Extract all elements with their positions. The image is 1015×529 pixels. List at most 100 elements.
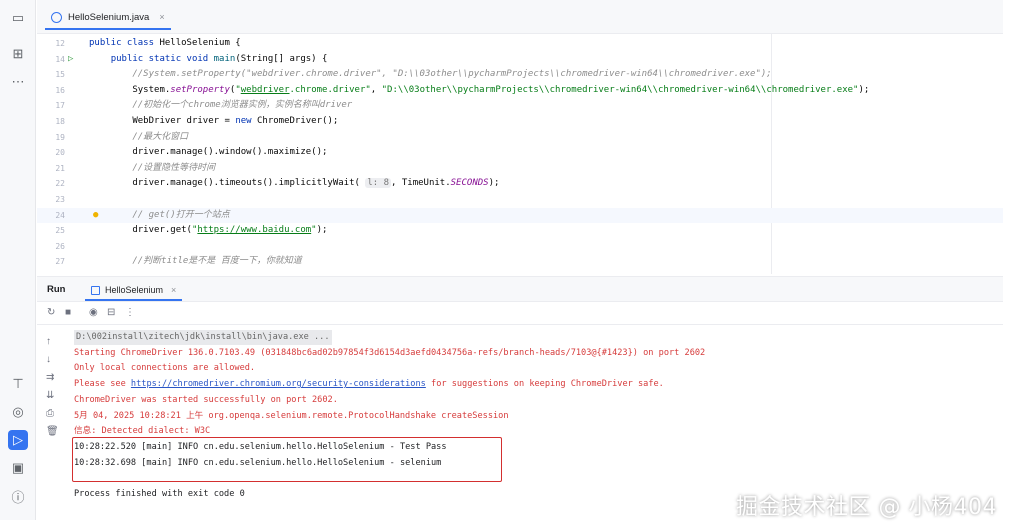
highlight-box <box>72 437 502 482</box>
code-text: //判断title是不是 百度一下，你就知道 <box>89 254 301 269</box>
run-toolbar: ↻ ■ ◉ ⊟ ⋮ <box>37 303 1003 325</box>
code-token: public class <box>89 38 160 48</box>
line-number: 16 <box>55 85 65 95</box>
code-line[interactable]: 27 //判断title是不是 百度一下，你就知道 <box>37 254 1003 269</box>
code-text: System.setProperty("webdriver.chrome.dri… <box>89 83 869 98</box>
line-number: 21 <box>55 163 65 173</box>
code-line[interactable]: 20 driver.manage().window().maximize(); <box>37 145 1003 160</box>
line-number: 14 <box>55 54 65 64</box>
line-number: 19 <box>55 132 65 142</box>
print-icon[interactable]: ⎙ <box>46 408 54 419</box>
terminal-icon[interactable]: ▣ <box>8 458 28 478</box>
run-config-icon <box>91 285 100 295</box>
code-text: driver.manage().timeouts().implicitlyWai… <box>89 176 499 191</box>
code-text: driver.manage().window().maximize(); <box>89 145 327 160</box>
close-icon[interactable]: × <box>171 285 176 295</box>
code-token: //最大化窗口 <box>89 131 189 142</box>
run-panel-title: Run <box>47 284 66 295</box>
code-text: driver.get("https://www.baidu.com"); <box>89 223 327 238</box>
stop-icon[interactable]: ■ <box>65 307 71 318</box>
line-number: 15 <box>55 70 65 80</box>
problems-icon[interactable]: ⓘ <box>8 486 28 506</box>
code-text: //设置隐性等待时间 <box>89 161 215 176</box>
line-number: 20 <box>55 148 65 158</box>
code-line[interactable]: 18 WebDriver driver = new ChromeDriver()… <box>37 114 1003 129</box>
code-token: SECONDS <box>450 178 489 189</box>
line-number: 22 <box>55 179 65 189</box>
rerun-icon[interactable]: ↻ <box>47 307 55 318</box>
line-number: 12 <box>55 39 65 48</box>
run-icon[interactable]: ▷ <box>8 430 28 450</box>
build-icon[interactable]: ⊤ <box>8 374 28 394</box>
code-text: // get()打开一个站点 <box>89 208 230 223</box>
java-class-icon <box>51 11 62 23</box>
code-token: // get()打开一个站点 <box>89 209 230 220</box>
code-token: setProperty <box>170 84 230 95</box>
scroll-up-icon[interactable]: ↑ <box>46 336 51 347</box>
code-token: ); <box>858 84 870 95</box>
console-line: 5月 04, 2025 10:28:21 上午 org.openqa.selen… <box>74 410 509 421</box>
console-line: ChromeDriver was started successfully on… <box>74 394 338 405</box>
code-line[interactable]: 15 //System.setProperty("webdriver.chrom… <box>37 67 1003 82</box>
run-config-label: HelloSelenium <box>105 285 164 295</box>
console-line: D:\002install\zitech\jdk\install\bin\jav… <box>74 330 332 345</box>
scroll-down-icon[interactable]: ↓ <box>46 354 51 365</box>
options-icon[interactable]: ⋮ <box>125 307 135 318</box>
code-token: new <box>235 116 257 126</box>
console-side-tools: ↑ ↓ ⇉ ⇊ ⎙ 🗑 <box>37 326 65 520</box>
run-gutter-icon[interactable]: ▷ <box>68 52 73 67</box>
scroll-to-end-icon[interactable]: ⇊ <box>46 390 54 401</box>
console-link[interactable]: https://chromedriver.chromium.org/securi… <box>131 379 426 389</box>
code-token: https://www.baidu.com <box>197 225 312 236</box>
code-line[interactable]: 12 public class HelloSelenium { <box>37 36 1003 51</box>
close-icon[interactable]: × <box>159 12 164 22</box>
page-margin-bottom <box>0 520 1015 529</box>
line-number: 23 <box>55 195 65 204</box>
code-text: public class HelloSelenium { <box>89 36 241 51</box>
console-line: Starting ChromeDriver 136.0.7103.49 (031… <box>74 347 706 358</box>
code-line[interactable]: 23 <box>37 192 1003 207</box>
clear-icon[interactable]: 🗑 <box>46 426 59 437</box>
code-line[interactable]: 16 System.setProperty("webdriver.chrome.… <box>37 83 1003 98</box>
run-config-tab[interactable]: HelloSelenium × <box>85 281 183 301</box>
more-icon[interactable]: ⋯ <box>8 72 28 92</box>
code-token: driver.manage().timeouts().implicitlyWai… <box>89 178 366 189</box>
code-token: WebDriver driver = <box>89 116 236 126</box>
code-text: public static void main(String[] args) { <box>89 52 328 67</box>
folder-icon[interactable]: ▭ <box>8 8 28 28</box>
code-token: public static void <box>110 53 214 64</box>
console-line: Only local connections are allowed. <box>74 363 256 374</box>
code-token: HelloSelenium { <box>159 38 241 48</box>
code-line[interactable]: 21 //设置隐性等待时间 <box>37 161 1003 176</box>
code-line[interactable]: 24 ● // get()打开一个站点 <box>37 207 1003 223</box>
code-token: ChromeDriver(); <box>257 116 339 126</box>
code-token: ); <box>316 225 328 236</box>
code-line[interactable]: 25 driver.get("https://www.baidu.com"); <box>37 223 1003 238</box>
debug-icon[interactable]: ◎ <box>8 402 28 422</box>
console-line: Process finished with exit code 0 <box>74 489 245 499</box>
line-number: 24 <box>55 210 65 220</box>
structure-icon[interactable]: ⊞ <box>8 44 28 64</box>
editor-tab[interactable]: HelloSelenium.java × <box>45 6 171 30</box>
line-number: 27 <box>55 257 65 267</box>
code-token: ); <box>488 178 500 189</box>
code-line[interactable]: 19 //最大化窗口 <box>37 130 1003 145</box>
soft-wrap-icon[interactable]: ⇉ <box>46 372 54 383</box>
code-line[interactable]: 26 <box>37 239 1003 254</box>
code-editor[interactable]: 12 public class HelloSelenium {14 ▷ public… <box>37 34 1003 274</box>
code-token: //设置隐性等待时间 <box>89 162 216 173</box>
screenshot-icon[interactable]: ◉ <box>89 307 98 318</box>
console-text: Please see <box>74 379 131 390</box>
watermark: 掘金技术社区 @ 小杨404 <box>736 495 997 520</box>
code-line[interactable]: 14 ▷ public static void main(String[] arg… <box>37 52 1003 67</box>
code-token: l: 8 <box>365 178 392 189</box>
line-number: 26 <box>55 241 65 251</box>
code-token: //初始化一个chrome浏览器实例，实例名称叫driver <box>89 100 353 111</box>
editor-tab-label: HelloSelenium.java <box>68 11 150 23</box>
layout-icon[interactable]: ⊟ <box>107 307 115 318</box>
code-line[interactable]: 17 //初始化一个chrome浏览器实例，实例名称叫driver <box>37 98 1003 113</box>
code-line[interactable]: 22 driver.manage().timeouts().implicitly… <box>37 176 1003 191</box>
code-token: //System.setProperty("webdriver.chrome.d… <box>89 69 772 80</box>
editor-tab-bar: HelloSelenium.java × <box>37 0 1003 34</box>
